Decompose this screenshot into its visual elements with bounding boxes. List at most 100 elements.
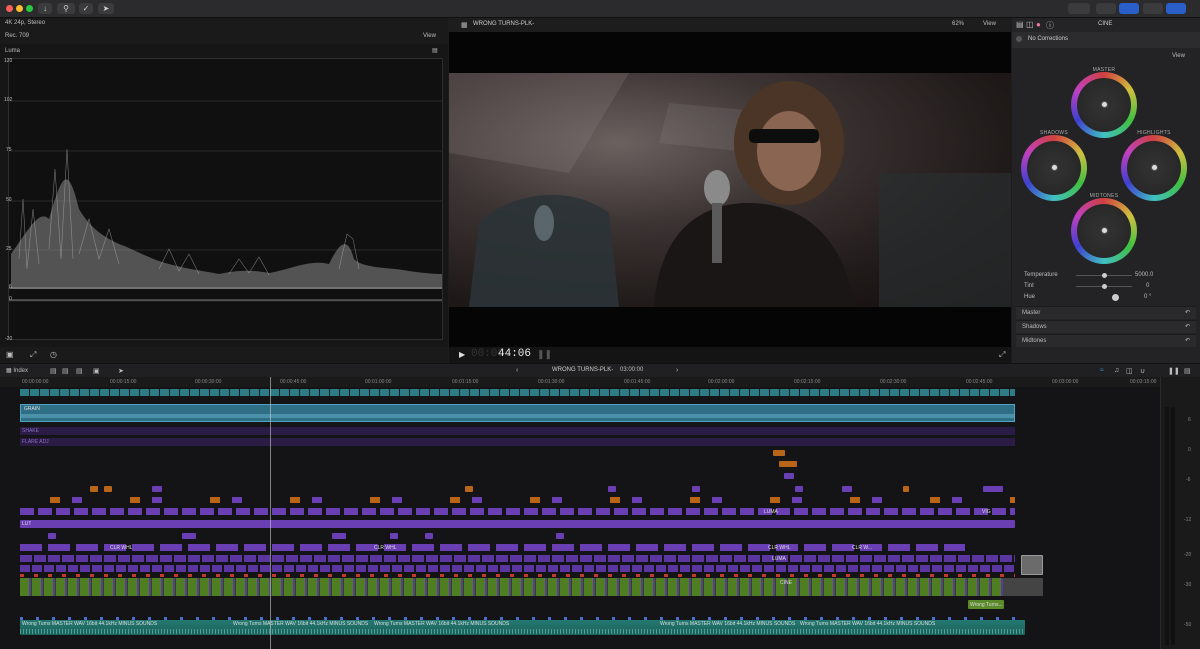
scope-view-menu[interactable]: View <box>423 33 436 39</box>
effect-clip[interactable] <box>842 486 852 492</box>
reset-icon[interactable]: ↶ <box>1185 321 1190 334</box>
corrections-menu[interactable]: No Corrections <box>1028 36 1068 42</box>
share-button[interactable]: ➤ <box>98 3 114 14</box>
shadows-color-wheel[interactable] <box>1021 135 1087 201</box>
tint-row[interactable]: Tint 0 <box>1016 281 1196 292</box>
headphones-icon[interactable]: ◫ <box>1126 367 1133 375</box>
keyword-button[interactable]: ⚲ <box>57 3 75 14</box>
effect-clip[interactable] <box>332 533 346 539</box>
transform-icon[interactable]: ⤢ <box>30 350 36 360</box>
enable-toggle[interactable] <box>1016 36 1022 42</box>
effect-clip[interactable] <box>608 486 616 492</box>
title-clip[interactable] <box>104 486 112 492</box>
color-correction-lane[interactable]: LUMA <box>20 555 1015 562</box>
inspector-toggle-button[interactable] <box>1143 3 1163 14</box>
inspector-view-menu[interactable]: View <box>1172 53 1185 59</box>
import-button[interactable]: ↓ <box>38 3 52 14</box>
temperature-knob[interactable] <box>1102 273 1107 278</box>
color-inspector-icon[interactable]: ● <box>1036 20 1041 29</box>
hue-dial[interactable] <box>1112 294 1119 301</box>
zoom-menu[interactable]: 62% <box>952 21 964 27</box>
effect-clip[interactable] <box>390 533 398 539</box>
effect-clip[interactable] <box>556 533 564 539</box>
browser-layout-button[interactable] <box>1096 3 1116 14</box>
forward-arrow-icon[interactable]: › <box>676 367 678 374</box>
skimming-icon[interactable]: ≈ <box>1100 367 1104 374</box>
primary-storyline[interactable]: CINE <box>20 578 1025 596</box>
clip-appearance-icon[interactable]: ▤ <box>50 367 57 375</box>
video-inspector-icon[interactable]: ▤ <box>1016 20 1024 29</box>
effect-clip[interactable] <box>152 486 162 492</box>
speed-icon[interactable]: ◷ <box>50 350 57 359</box>
reset-icon[interactable]: ↶ <box>1185 335 1190 348</box>
effect-clip[interactable] <box>784 473 794 479</box>
section-shadows[interactable]: Shadows ↶ <box>1016 320 1196 333</box>
effect-clip[interactable] <box>48 533 56 539</box>
tint-knob[interactable] <box>1102 284 1107 289</box>
audio-clip[interactable]: Wrong Turns MASTER WAV 16bit 44.1kHz MIN… <box>20 620 1025 635</box>
title-clip[interactable] <box>465 486 473 492</box>
zoom-window-button[interactable] <box>26 5 33 12</box>
timeline-layout-button[interactable] <box>1119 3 1139 14</box>
timeline-tracks[interactable]: GRAIN SHAKE FLARE ADJ LUMA VIG LUT CLR W… <box>0 377 1160 649</box>
color-wheel-lane[interactable]: CLR WHL CLR WHL CLR WHL CLR W... <box>20 544 965 551</box>
shake-adjustment-clip[interactable]: SHAKE <box>20 427 1015 435</box>
scope-settings-icon[interactable]: ▤ <box>432 47 438 54</box>
section-midtones[interactable]: Midtones ↶ <box>1016 334 1196 347</box>
clip-appearance-icon-2[interactable]: ▤ <box>62 367 69 375</box>
marker-lane[interactable] <box>20 574 1015 577</box>
hue-value[interactable]: 0 ° <box>1144 292 1151 303</box>
midtones-color-wheel[interactable] <box>1071 198 1137 264</box>
audio-inspector-icon[interactable]: ◫ <box>1026 20 1034 29</box>
cine-lane[interactable] <box>20 389 1015 396</box>
select-tool-icon[interactable]: ➤ <box>118 367 124 375</box>
flare-adjustment-clip[interactable]: FLARE ADJ <box>20 438 1015 446</box>
gap-clip[interactable] <box>1003 578 1043 596</box>
info-icon[interactable]: ⓘ <box>1046 20 1054 31</box>
libraries-toggle[interactable] <box>1068 3 1090 14</box>
title-clip[interactable] <box>773 450 785 456</box>
display-options-icon[interactable]: ▣ <box>6 350 14 359</box>
fullscreen-icon[interactable]: ⤢ <box>999 350 1005 360</box>
effect-clip[interactable] <box>692 486 700 492</box>
wrong-turns-clip[interactable]: Wrong Turns... <box>968 600 1004 609</box>
master-color-wheel[interactable] <box>1071 72 1137 138</box>
clip-appearance-icon-3[interactable]: ▤ <box>76 367 83 375</box>
grain-adjustment-clip[interactable]: GRAIN <box>20 404 1015 422</box>
vignette-lane[interactable]: LUMA VIG <box>20 508 1015 515</box>
lut-adjustment-clip[interactable]: LUT <box>20 520 1015 528</box>
play-button[interactable]: ▶ <box>459 350 465 359</box>
background-tasks-button[interactable]: ✓ <box>79 3 93 14</box>
connected-clip[interactable] <box>1021 555 1043 575</box>
sidebar-icon[interactable]: ▤ <box>1184 367 1191 375</box>
viewer-view-menu[interactable]: View <box>983 21 996 27</box>
effect-clip[interactable] <box>425 533 433 539</box>
titles-effects-lane[interactable] <box>20 497 1015 503</box>
section-master[interactable]: Master ↶ <box>1016 306 1196 319</box>
effect-clip[interactable] <box>182 533 196 539</box>
close-window-button[interactable] <box>6 5 13 12</box>
effect-clip[interactable] <box>983 486 1003 492</box>
reset-icon[interactable]: ↶ <box>1185 307 1190 320</box>
color-correction-lane-2[interactable] <box>20 565 1015 572</box>
highlights-color-wheel[interactable] <box>1121 135 1187 201</box>
minimize-window-button[interactable] <box>16 5 23 12</box>
effect-clip[interactable] <box>795 486 803 492</box>
temperature-row[interactable]: Temperature 5000.0 <box>1016 270 1196 281</box>
temperature-value[interactable]: 5000.0 <box>1135 270 1153 281</box>
inspector-toggle-button-2[interactable] <box>1166 3 1186 14</box>
title-clip[interactable] <box>903 486 909 492</box>
audio-skimming-icon[interactable]: ♫ <box>1114 367 1119 374</box>
back-arrow-icon[interactable]: ‹ <box>516 367 518 374</box>
tint-value[interactable]: 0 <box>1146 281 1149 292</box>
title-clip[interactable] <box>90 486 98 492</box>
playhead[interactable] <box>270 377 271 649</box>
snapping-icon[interactable]: ∪ <box>1140 367 1145 375</box>
timecode-display[interactable]: 44:06 <box>498 348 531 360</box>
index-button[interactable]: ▦ Index <box>6 367 28 374</box>
edit-mode-icon[interactable]: ▣ <box>93 367 100 375</box>
meter-icon[interactable]: ❚❚ <box>1168 367 1180 375</box>
ruler-label: 00:01:45:00 <box>624 379 651 385</box>
title-clip[interactable] <box>779 461 797 467</box>
hue-row[interactable]: Hue 0 ° <box>1016 292 1196 303</box>
